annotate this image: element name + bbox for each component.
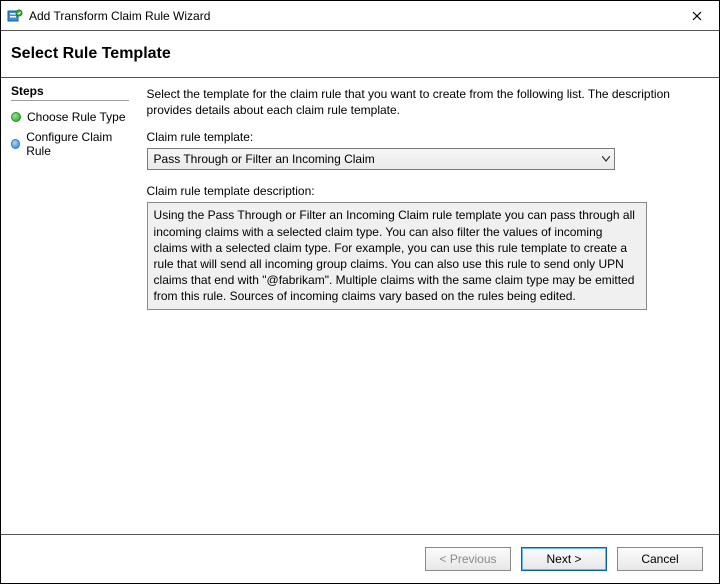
step-active-icon	[11, 112, 21, 122]
wizard-icon	[7, 8, 23, 24]
previous-button: < Previous	[425, 547, 511, 571]
content-panel: Select the template for the claim rule t…	[139, 78, 719, 534]
claim-rule-template-select[interactable]: Pass Through or Filter an Incoming Claim	[147, 148, 615, 170]
divider	[11, 100, 129, 101]
step-choose-rule-type[interactable]: Choose Rule Type	[11, 107, 129, 127]
steps-title: Steps	[11, 84, 129, 98]
template-label: Claim rule template:	[147, 130, 699, 144]
description-label: Claim rule template description:	[147, 184, 699, 198]
page-header: Select Rule Template	[1, 31, 719, 78]
description-box: Using the Pass Through or Filter an Inco…	[147, 202, 647, 309]
step-pending-icon	[11, 139, 20, 149]
titlebar: Add Transform Claim Rule Wizard	[1, 1, 719, 31]
window-title: Add Transform Claim Rule Wizard	[29, 9, 210, 23]
footer-buttons: < Previous Next > Cancel	[1, 535, 719, 583]
select-value: Pass Through or Filter an Incoming Claim	[154, 152, 375, 166]
step-label: Choose Rule Type	[27, 110, 126, 124]
intro-text: Select the template for the claim rule t…	[147, 86, 699, 118]
page-title: Select Rule Template	[11, 45, 709, 63]
cancel-button[interactable]: Cancel	[617, 547, 703, 571]
next-button[interactable]: Next >	[521, 547, 607, 571]
chevron-down-icon	[602, 154, 610, 165]
step-configure-claim-rule[interactable]: Configure Claim Rule	[11, 127, 129, 161]
close-icon	[692, 11, 702, 21]
main-area: Steps Choose Rule Type Configure Claim R…	[1, 78, 719, 535]
steps-sidebar: Steps Choose Rule Type Configure Claim R…	[1, 78, 139, 534]
close-button[interactable]	[674, 1, 719, 30]
step-label: Configure Claim Rule	[26, 130, 128, 158]
